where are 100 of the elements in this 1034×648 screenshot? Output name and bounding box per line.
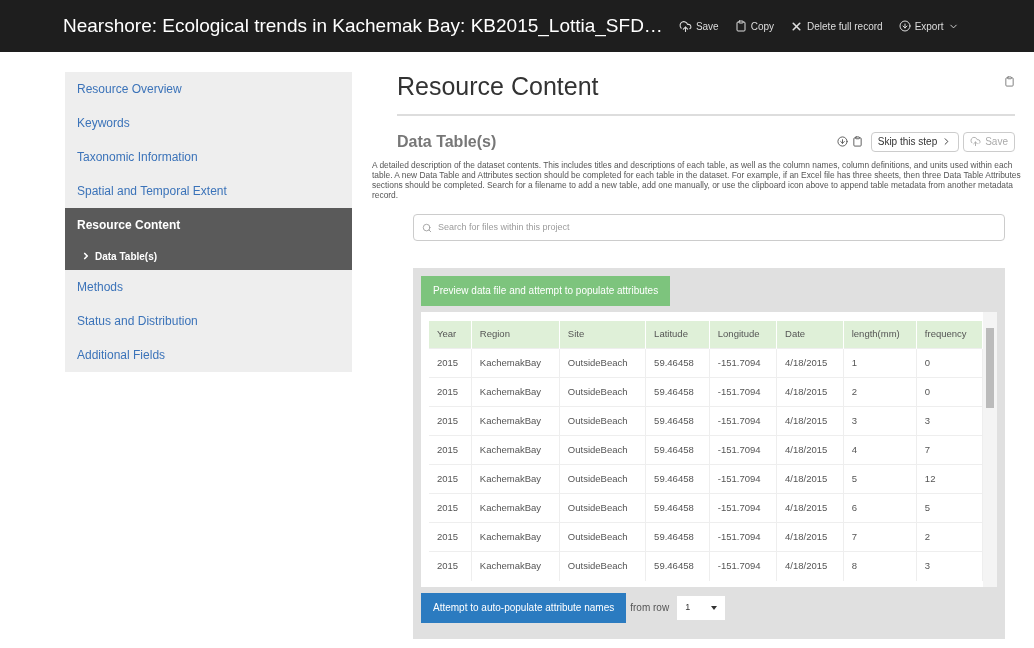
record-title: Nearshore: Ecological trends in Kachemak Bay: KB2015_Lottia_SFD… (63, 13, 663, 39)
table-cell: 2015 (429, 464, 472, 494)
column-header: Region (471, 320, 560, 349)
table-cell: 4/18/2015 (776, 348, 844, 378)
sidebar-item[interactable]: Additional Fields (65, 338, 352, 372)
table-cell: -151.7094 (709, 377, 777, 407)
table-cell: 7 (843, 522, 917, 552)
table-cell: 59.46458 (645, 493, 710, 523)
table-cell: OutsideBeach (559, 406, 646, 436)
column-header: Date (776, 320, 844, 349)
table-cell: -151.7094 (709, 406, 777, 436)
table-cell: 5 (843, 464, 917, 494)
caret-icon (711, 605, 718, 610)
table-cell: KachemakBay (471, 464, 560, 494)
table-cell: 4/18/2015 (776, 522, 844, 552)
table-cell: 2015 (429, 406, 472, 436)
table-cell: KachemakBay (471, 435, 560, 465)
table-cell: 4/18/2015 (776, 435, 844, 465)
table-cell: 0 (916, 377, 983, 407)
table-cell: OutsideBeach (559, 377, 646, 407)
table-cell: 2 (916, 522, 983, 552)
table-cell: KachemakBay (471, 406, 560, 436)
table-cell: 59.46458 (645, 377, 710, 407)
table-cell: 59.46458 (645, 522, 710, 552)
table-cell: 2015 (429, 551, 472, 581)
clipboard-icon[interactable] (851, 136, 863, 147)
table-cell: 59.46458 (645, 435, 710, 465)
table-cell: -151.7094 (709, 348, 777, 378)
cloud-upload-icon (678, 19, 692, 33)
table-cell: -151.7094 (709, 493, 777, 523)
sidebar-item[interactable]: Resource Content (65, 208, 352, 242)
from-row-label: from row (630, 601, 670, 615)
table-cell: 2015 (429, 435, 472, 465)
table-cell: 59.46458 (645, 464, 710, 494)
download-icon (898, 20, 911, 32)
table-cell: 59.46458 (645, 551, 710, 581)
sidebar-item[interactable]: Status and Distribution (65, 304, 352, 338)
table-cell: 4/18/2015 (776, 551, 844, 581)
table-cell: 3 (843, 406, 917, 436)
table-cell: OutsideBeach (559, 348, 646, 378)
sidebar-item[interactable]: Spatial and Temporal Extent (65, 174, 352, 208)
header-action[interactable]: Export (898, 18, 959, 34)
table-cell: 59.46458 (645, 348, 710, 378)
clipboard-icon[interactable] (1004, 76, 1015, 87)
table-cell: 59.46458 (645, 406, 710, 436)
table-cell: OutsideBeach (559, 435, 646, 465)
header-action[interactable]: Copy (734, 18, 775, 34)
header-action[interactable]: Save (678, 18, 719, 34)
table-cell: 2015 (429, 493, 472, 523)
sidebar-subitem[interactable]: Data Table(s) (65, 242, 352, 270)
cloud-upload-icon (970, 136, 982, 147)
table-cell: 2015 (429, 377, 472, 407)
table-cell: 1 (843, 348, 917, 378)
column-header: Longitude (709, 320, 777, 349)
header-action[interactable]: Delete full record (790, 18, 883, 34)
column-header: frequency (916, 320, 983, 349)
table-cell: -151.7094 (709, 435, 777, 465)
table-cell: OutsideBeach (559, 551, 646, 581)
sidebar-item[interactable]: Resource Overview (65, 72, 352, 106)
search-icon (422, 222, 432, 233)
table-cell: 4/18/2015 (776, 406, 844, 436)
table-cell: KachemakBay (471, 522, 560, 552)
table-cell: 7 (916, 435, 983, 465)
page-title: Resource Content (397, 71, 599, 102)
table-cell: 4 (843, 435, 917, 465)
clipboard-icon (734, 20, 747, 32)
table-cell: 0 (916, 348, 983, 378)
table-cell: 4/18/2015 (776, 493, 844, 523)
table-cell: OutsideBeach (559, 522, 646, 552)
chevron-icon (81, 251, 91, 261)
table-cell: KachemakBay (471, 493, 560, 523)
scrollbar[interactable] (983, 311, 997, 587)
table-cell: 4/18/2015 (776, 377, 844, 407)
column-header: Year (429, 320, 472, 349)
table-cell: 5 (916, 493, 983, 523)
skip-button[interactable]: Skip this step (870, 131, 960, 152)
row-select[interactable]: 1 (677, 595, 726, 620)
table-cell: 2015 (429, 522, 472, 552)
table-cell: -151.7094 (709, 464, 777, 494)
table-cell: 6 (843, 493, 917, 523)
column-header: length(mm) (843, 320, 917, 349)
table-cell: 2015 (429, 348, 472, 378)
download-icon[interactable] (836, 136, 848, 147)
table-cell: 3 (916, 406, 983, 436)
column-header: Latitude (645, 320, 710, 349)
table-cell: KachemakBay (471, 551, 560, 581)
auto-populate-button[interactable]: Attempt to auto-populate attribute names (421, 592, 627, 623)
table-cell: OutsideBeach (559, 493, 646, 523)
sidebar-item[interactable]: Methods (65, 270, 352, 304)
section-title: Data Table(s) (397, 131, 497, 152)
table-cell: KachemakBay (471, 348, 560, 378)
table-cell: KachemakBay (471, 377, 560, 407)
column-header: Site (559, 320, 646, 349)
table-cell: 3 (916, 551, 983, 581)
table-cell: OutsideBeach (559, 464, 646, 494)
table-cell: -151.7094 (709, 522, 777, 552)
table-cell: 8 (843, 551, 917, 581)
sidebar-item[interactable]: Keywords (65, 106, 352, 140)
sidebar-item[interactable]: Taxonomic Information (65, 140, 352, 174)
search-field[interactable]: Search for files within this project (413, 213, 1005, 241)
